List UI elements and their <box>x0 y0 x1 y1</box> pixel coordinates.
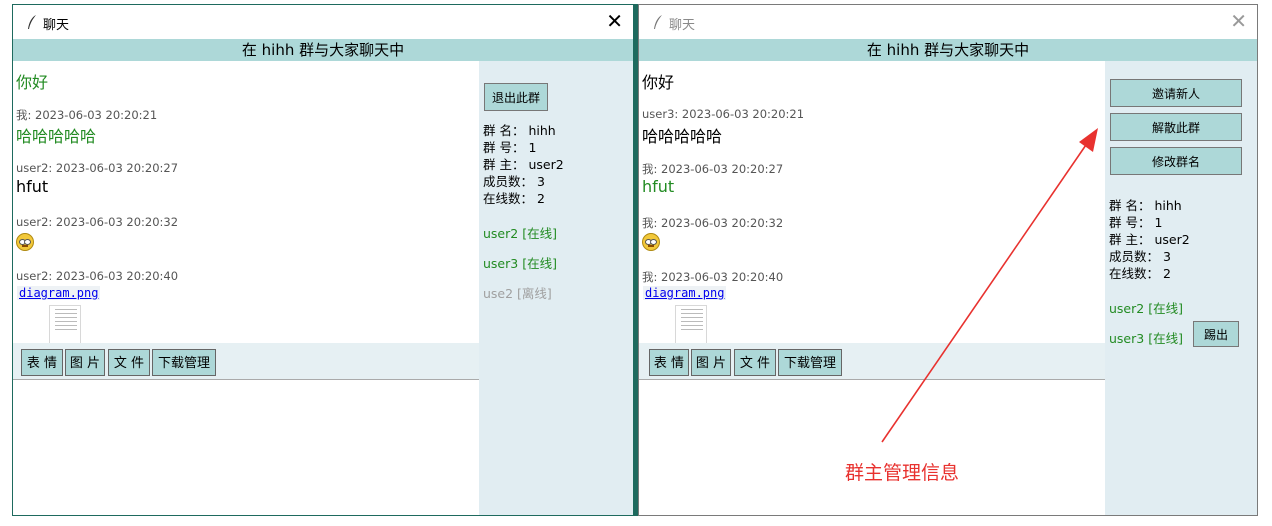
image-thumbnail[interactable] <box>675 305 707 343</box>
online-count: 在线数： 2 <box>1109 266 1171 281</box>
image-thumbnail[interactable] <box>49 305 81 343</box>
close-icon[interactable]: ✕ <box>1230 10 1247 32</box>
online-count: 在线数： 2 <box>483 191 545 206</box>
message-meta: 我: 2023-06-03 20:20:40 <box>642 270 784 284</box>
message-text: hfut <box>16 177 49 196</box>
close-icon[interactable]: ✕ <box>606 10 623 32</box>
message-input[interactable] <box>639 380 1105 515</box>
message-meta: 我: 2023-06-03 20:20:21 <box>16 108 158 122</box>
message-meta: 我: 2023-06-03 20:20:27 <box>642 162 784 176</box>
message-text: 你好 <box>16 73 49 92</box>
window-title: 聊天 <box>669 18 696 33</box>
scrollbar[interactable] <box>622 61 633 515</box>
invite-button[interactable]: 邀请新人 <box>1110 79 1242 107</box>
member-item[interactable]: user2 [在线] <box>1109 298 1183 317</box>
message-text: 哈哈哈哈哈 <box>642 127 723 146</box>
emoji-icon <box>642 233 660 251</box>
message-list[interactable]: 你好 user3: 2023-06-03 20:20:21 哈哈哈哈哈 我: 2… <box>639 61 1105 343</box>
quit-group-button[interactable]: 退出此群 <box>484 83 548 111</box>
emoji-button[interactable]: 表 情 <box>21 349 63 376</box>
member-item[interactable]: user3 [在线] <box>1109 328 1183 347</box>
kick-member-button[interactable]: 踢出 <box>1193 321 1239 347</box>
image-button[interactable]: 图 片 <box>691 349 731 376</box>
chat-header: 在 hihh 群与大家聊天中 <box>13 39 633 61</box>
message-meta: user2: 2023-06-03 20:20:40 <box>16 269 179 283</box>
scrollbar[interactable] <box>1246 61 1257 515</box>
input-toolbar: 表 情 图 片 文 件 下载管理 <box>13 343 479 380</box>
emoji-button[interactable]: 表 情 <box>649 349 689 376</box>
feather-icon <box>28 15 36 29</box>
message-meta: user2: 2023-06-03 20:20:32 <box>16 215 179 229</box>
member-item[interactable]: use2 [离线] <box>483 283 552 302</box>
emoji-icon <box>16 233 34 251</box>
download-manager-button[interactable]: 下载管理 <box>778 349 842 376</box>
message-input[interactable] <box>13 380 479 515</box>
feather-icon <box>654 15 662 29</box>
message-text: 哈哈哈哈哈 <box>16 127 97 146</box>
group-sidebar: 邀请新人 解散此群 修改群名 群 名： hihh 群 号： 1 群 主： use… <box>1105 61 1246 515</box>
disband-group-button[interactable]: 解散此群 <box>1110 113 1242 141</box>
member-item[interactable]: user2 [在线] <box>483 223 557 242</box>
title-bar: 聊天 ✕ <box>639 5 1257 39</box>
download-manager-button[interactable]: 下载管理 <box>152 349 216 376</box>
message-text: 你好 <box>642 73 675 92</box>
annotation-label: 群主管理信息 <box>845 462 960 484</box>
message-list[interactable]: 你好 我: 2023-06-03 20:20:21 哈哈哈哈哈 user2: 2… <box>13 61 479 343</box>
file-button[interactable]: 文 件 <box>108 349 150 376</box>
window-title: 聊天 <box>43 18 70 33</box>
message-meta: user3: 2023-06-03 20:20:21 <box>642 107 805 121</box>
file-link[interactable]: diagram.png <box>643 286 727 300</box>
title-bar: 聊天 ✕ <box>13 5 633 39</box>
chat-window-left: 聊天 ✕ 在 hihh 群与大家聊天中 你好 我: 2023-06-03 20:… <box>12 4 634 516</box>
file-button[interactable]: 文 件 <box>734 349 776 376</box>
chat-header: 在 hihh 群与大家聊天中 <box>639 39 1257 61</box>
image-button[interactable]: 图 片 <box>65 349 105 376</box>
message-meta: user2: 2023-06-03 20:20:27 <box>16 161 179 175</box>
rename-group-button[interactable]: 修改群名 <box>1110 147 1242 175</box>
chat-window-right: 聊天 ✕ 在 hihh 群与大家聊天中 你好 user3: 2023-06-03… <box>638 4 1258 516</box>
input-toolbar: 表 情 图 片 文 件 下载管理 <box>639 343 1105 380</box>
member-item[interactable]: user3 [在线] <box>483 253 557 272</box>
file-link[interactable]: diagram.png <box>17 286 101 300</box>
group-sidebar: ▲ 退出此群 群 名： hihh 群 号： 1 群 主： user2 成员数： … <box>479 61 629 515</box>
message-text: hfut <box>642 177 675 196</box>
message-meta: 我: 2023-06-03 20:20:32 <box>642 216 784 230</box>
